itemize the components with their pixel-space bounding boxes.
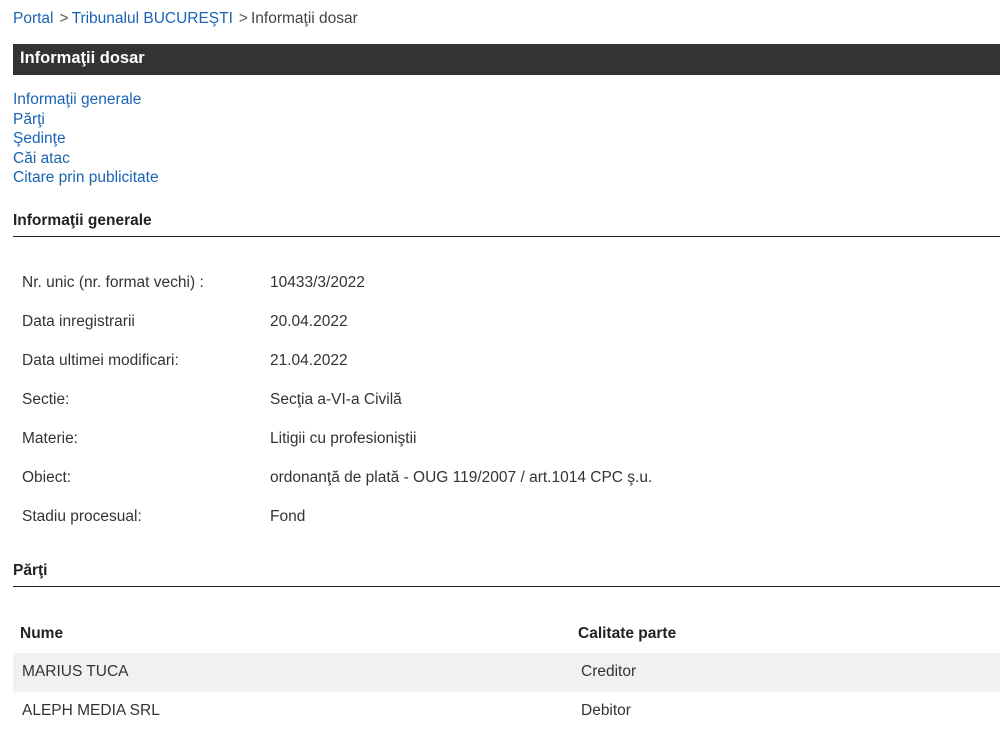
party-name: ALEPH MEDIA SRL (22, 702, 160, 719)
party-role: Creditor (581, 663, 637, 680)
info-label: Data ultimei modificari: (22, 352, 179, 369)
section-heading-text: Informaţii generale (13, 212, 152, 229)
breadcrumb-separator: > (238, 10, 248, 27)
info-label: Stadiu procesual: (22, 508, 142, 525)
toc-link-sedinte[interactable]: Şedinţe (13, 129, 159, 149)
party-role: Debitor (581, 702, 631, 719)
page: Portal > Tribunalul BUCUREŞTI > Informaţii d… (0, 0, 1000, 740)
party-name: MARIUS TUCA (22, 663, 129, 680)
section-heading-parti: Părţi (13, 560, 1000, 587)
table-of-contents: Informaţii generale Părţi Şedinţe Căi at… (13, 90, 159, 188)
info-value: Fond (270, 508, 306, 525)
breadcrumb-link-portal[interactable]: Portal (13, 10, 54, 27)
breadcrumb-current: Informaţii dosar (250, 10, 358, 27)
info-value: Litigii cu profesioniştii (270, 430, 417, 447)
table-row: MARIUS TUCA Creditor (13, 653, 1000, 692)
breadcrumb: Portal > Tribunalul BUCUREŞTI > Informaţii d… (13, 10, 358, 28)
info-value: 20.04.2022 (270, 313, 348, 330)
table-header-row: Nume Calitate parte (13, 614, 1000, 653)
page-title: Informaţii dosar (20, 49, 145, 67)
column-header-calitate-parte: Calitate parte (578, 625, 677, 642)
parti-table: Nume Calitate parte MARIUS TUCA Creditor… (13, 614, 1000, 731)
info-value: 10433/3/2022 (270, 274, 365, 291)
breadcrumb-separator: > (59, 10, 69, 27)
toc-link-informatii-generale[interactable]: Informaţii generale (13, 90, 159, 110)
info-label: Materie: (22, 430, 78, 447)
info-label: Obiect: (22, 469, 72, 486)
table-row: ALEPH MEDIA SRL Debitor (13, 692, 1000, 731)
toc-link-cai-atac[interactable]: Căi atac (13, 149, 159, 169)
info-label: Sectie: (22, 391, 70, 408)
breadcrumb-link-tribunal[interactable]: Tribunalul BUCUREŞTI (72, 10, 233, 27)
toc-link-parti[interactable]: Părţi (13, 110, 159, 130)
page-title-bar: Informaţii dosar (13, 44, 1000, 75)
info-value: 21.04.2022 (270, 352, 348, 369)
info-label: Data inregistrarii (22, 313, 135, 330)
info-value: ordonanţă de plată - OUG 119/2007 / art.… (270, 469, 653, 486)
section-heading-informatii-generale: Informaţii generale (13, 210, 1000, 237)
column-header-nume: Nume (20, 625, 64, 642)
section-heading-text: Părţi (13, 562, 48, 579)
info-value: Secţia a-VI-a Civilă (270, 391, 402, 408)
info-label: Nr. unic (nr. format vechi) : (22, 274, 204, 291)
toc-link-citare-prin-publicitate[interactable]: Citare prin publicitate (13, 168, 159, 188)
